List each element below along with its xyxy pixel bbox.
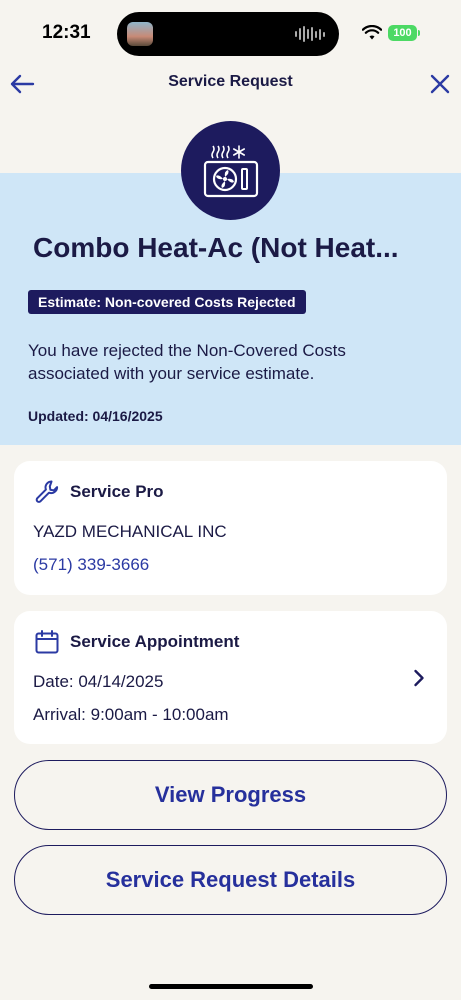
- appointment-heading: Service Appointment: [70, 632, 240, 651]
- page-title: Service Request: [168, 73, 293, 90]
- close-icon: [430, 74, 450, 94]
- service-pro-company: YAZD MECHANICAL INC: [33, 522, 227, 541]
- dynamic-island: [117, 12, 339, 56]
- wrench-icon: [35, 480, 59, 503]
- updated-date: Updated: 04/16/2025: [28, 408, 163, 424]
- close-button[interactable]: [424, 68, 456, 100]
- nav-bar: Service Request: [0, 62, 461, 106]
- service-request-details-button[interactable]: Service Request Details: [14, 845, 447, 915]
- status-message: You have rejected the Non-Covered Costs …: [28, 341, 346, 383]
- status-bar: 12:31 100: [0, 0, 461, 70]
- now-playing-thumbnail: [127, 22, 153, 46]
- chevron-right-icon: [414, 669, 424, 687]
- status-badge: Estimate: Non-covered Costs Rejected: [28, 290, 306, 314]
- service-pro-heading: Service Pro: [70, 482, 164, 501]
- service-title: Combo Heat-Ac (Not Heat...: [33, 232, 399, 263]
- service-pro-phone-link[interactable]: (571) 339-3666: [33, 555, 149, 575]
- service-appointment-card[interactable]: Service Appointment Date: 04/14/2025 Arr…: [14, 611, 447, 744]
- status-time: 12:31: [42, 22, 91, 43]
- hvac-unit-icon: [181, 121, 280, 220]
- calendar-icon: [35, 630, 59, 654]
- appointment-arrival: Arrival: 9:00am - 10:00am: [33, 705, 229, 724]
- appointment-date: Date: 04/14/2025: [33, 672, 164, 691]
- view-progress-button[interactable]: View Progress: [14, 760, 447, 830]
- battery-tip: [418, 30, 420, 36]
- appointment-header: Service Appointment: [34, 629, 239, 655]
- battery-indicator: 100: [388, 25, 417, 41]
- service-pro-card: Service Pro YAZD MECHANICAL INC (571) 33…: [14, 461, 447, 595]
- service-pro-header: Service Pro: [34, 479, 164, 505]
- wifi-icon: [362, 25, 382, 40]
- audio-waveform-icon: [295, 25, 325, 43]
- home-indicator[interactable]: [149, 984, 313, 989]
